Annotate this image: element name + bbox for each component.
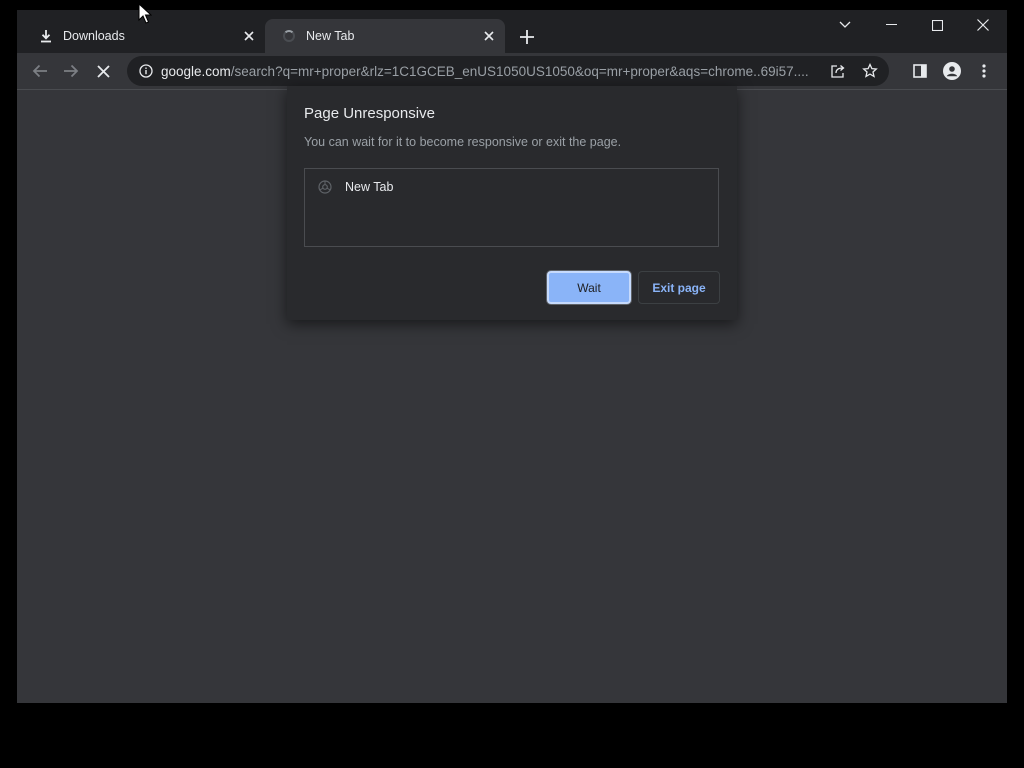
unresponsive-pages-list: New Tab <box>304 168 719 247</box>
tab-strip: Downloads New Tab <box>17 10 1007 53</box>
page-unresponsive-dialog: Page Unresponsive You can wait for it to… <box>287 86 737 320</box>
loading-spinner-icon <box>281 28 297 44</box>
tab-new-tab[interactable]: New Tab <box>265 19 505 53</box>
exit-page-button[interactable]: Exit page <box>638 271 720 304</box>
side-panel-button[interactable] <box>909 60 931 82</box>
minimize-button[interactable] <box>875 14 907 36</box>
page-favicon-icon <box>317 179 333 195</box>
list-item-label: New Tab <box>345 180 394 194</box>
forward-button[interactable] <box>60 60 82 82</box>
tab-search-button[interactable] <box>829 14 861 36</box>
bookmark-star-icon <box>862 63 878 78</box>
menu-button[interactable] <box>973 60 995 82</box>
toolbar: google.com/search?q=mr+proper&rlz=1C1GCE… <box>17 53 1007 90</box>
back-button[interactable] <box>29 60 51 82</box>
tab-title: New Tab <box>306 29 355 43</box>
url-text[interactable]: google.com/search?q=mr+proper&rlz=1C1GCE… <box>161 64 817 79</box>
list-item[interactable]: New Tab <box>317 179 393 195</box>
share-icon <box>831 64 845 78</box>
url-path: /search?q=mr+proper&rlz=1C1GCEB_enUS1050… <box>230 63 809 79</box>
minimize-icon <box>885 24 897 25</box>
chevron-down-icon <box>839 21 851 28</box>
profile-icon <box>943 62 961 80</box>
site-info-icon[interactable] <box>138 63 154 79</box>
stop-loading-button[interactable] <box>92 60 114 82</box>
stop-loading-icon <box>96 64 110 78</box>
window-close-button[interactable] <box>967 14 999 36</box>
maximize-icon <box>931 19 943 31</box>
plus-icon <box>520 30 534 44</box>
dialog-title: Page Unresponsive <box>304 105 435 122</box>
forward-arrow-icon <box>64 64 79 78</box>
close-tab-icon[interactable] <box>241 28 257 44</box>
menu-icon <box>982 64 986 78</box>
bookmark-button[interactable] <box>859 60 881 82</box>
dialog-message: You can wait for it to become responsive… <box>304 135 622 149</box>
maximize-button[interactable] <box>921 14 953 36</box>
browser-window: Downloads New Tab google.com/search?q=mr… <box>17 10 1007 703</box>
wait-button[interactable]: Wait <box>547 271 631 304</box>
back-arrow-icon <box>32 64 47 78</box>
new-tab-button[interactable] <box>516 26 538 48</box>
close-icon <box>977 19 989 31</box>
mouse-cursor-icon <box>138 3 152 24</box>
tab-title: Downloads <box>63 29 125 43</box>
side-panel-icon <box>913 64 927 78</box>
close-tab-icon[interactable] <box>481 28 497 44</box>
profile-button[interactable] <box>941 60 963 82</box>
address-bar[interactable]: google.com/search?q=mr+proper&rlz=1C1GCE… <box>127 56 889 86</box>
download-icon <box>38 28 54 44</box>
share-button[interactable] <box>827 60 849 82</box>
url-host: google.com <box>161 63 231 79</box>
